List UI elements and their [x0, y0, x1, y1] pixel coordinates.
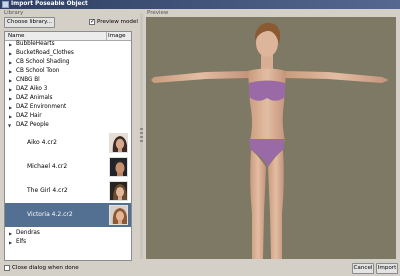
- splitter-grip-icon: [140, 136, 143, 138]
- expand-arrow-icon[interactable]: ▶: [9, 238, 12, 247]
- import-button[interactable]: Import: [376, 263, 398, 274]
- folder-label: DAZ Environment: [16, 104, 67, 110]
- splitter-grip-icon: [140, 140, 143, 142]
- tree-folder-row[interactable]: ▶ DAZ Animals: [5, 94, 131, 103]
- folder-label: DAZ People: [16, 122, 49, 128]
- folder-label: DAZ Animals: [16, 95, 53, 101]
- app-icon: [2, 1, 9, 8]
- tree-folder-row[interactable]: ▶ BubbleHearts: [5, 40, 131, 49]
- tree-folder-row[interactable]: ▶ BucketRoad_Clothes: [5, 49, 131, 58]
- thumbnail-image: [109, 157, 128, 177]
- expand-arrow-icon[interactable]: ▶: [9, 67, 12, 76]
- tree-file-row[interactable]: Michael 4.cr2: [5, 155, 131, 179]
- file-label: Michael 4.cr2: [27, 163, 68, 170]
- tree-folder-row[interactable]: ▶ CB School Toon: [5, 67, 131, 76]
- choose-library-button[interactable]: Choose library...: [4, 17, 55, 28]
- column-header-image[interactable]: Image: [108, 33, 126, 39]
- close-when-done-checkbox[interactable]: [4, 265, 10, 271]
- folder-label: Elfs: [16, 239, 27, 245]
- expand-arrow-icon[interactable]: ▶: [9, 229, 12, 238]
- file-label: The Girl 4.cr2: [27, 187, 68, 194]
- folder-label: Dendras: [16, 230, 40, 236]
- tree-folder-row[interactable]: ▶ DAZ Hair: [5, 112, 131, 121]
- file-label: Aiko 4.cr2: [27, 139, 57, 146]
- tree-file-row[interactable]: The Girl 4.cr2: [5, 179, 131, 203]
- library-label: Library: [4, 10, 24, 16]
- splitter-grip-icon: [140, 128, 143, 130]
- tree-folder-row[interactable]: ▶ Dendras: [5, 229, 131, 238]
- tree-folder-row[interactable]: ▶ DAZ Aiko 3: [5, 85, 131, 94]
- title-bar: Import Poseable Object: [0, 0, 400, 9]
- cancel-button[interactable]: Cancel: [352, 263, 374, 274]
- thumbnail-image: [109, 205, 128, 225]
- expand-arrow-icon[interactable]: ▶: [9, 103, 12, 112]
- folder-label: CB School Toon: [16, 68, 60, 74]
- expand-arrow-icon[interactable]: ▶: [9, 58, 12, 67]
- preview-viewport[interactable]: [146, 17, 396, 259]
- folder-label: CNBG Bl: [16, 77, 40, 83]
- tree-file-row[interactable]: Aiko 4.cr2: [5, 131, 131, 155]
- preview-model-toggle[interactable]: ✓ Preview model: [89, 19, 141, 27]
- tree-folder-row[interactable]: ▶ DAZ Environment: [5, 103, 131, 112]
- folder-label: BubbleHearts: [16, 41, 55, 47]
- folder-label: DAZ Hair: [16, 113, 42, 119]
- expand-arrow-icon[interactable]: ▶: [9, 40, 12, 49]
- tree-folder-row[interactable]: ▶ CNBG Bl: [5, 76, 131, 85]
- thumbnail-image: [109, 133, 128, 153]
- expand-arrow-icon[interactable]: ▶: [9, 49, 12, 58]
- library-tree[interactable]: Name Image ▶ BubbleHearts ▶ BucketRoad_C…: [4, 31, 132, 261]
- preview-model-label: Preview model: [97, 19, 138, 25]
- preview-model-checkbox[interactable]: ✓: [89, 19, 95, 25]
- figure-model-image: [151, 22, 389, 259]
- expand-arrow-icon[interactable]: ▶: [9, 76, 12, 85]
- folder-label: CB School Shading: [16, 59, 70, 65]
- expand-arrow-icon[interactable]: ▶: [9, 112, 12, 121]
- folder-label: BucketRoad_Clothes: [16, 50, 74, 56]
- splitter-grip-icon: [140, 132, 143, 134]
- thumbnail-image: [109, 181, 128, 201]
- file-label: Victoria 4.2.cr2: [27, 211, 73, 218]
- window-title: Import Poseable Object: [11, 1, 88, 7]
- expand-arrow-icon[interactable]: ▶: [9, 85, 12, 94]
- expand-arrow-icon[interactable]: ▶: [9, 94, 12, 103]
- column-header-name[interactable]: Name: [8, 33, 25, 39]
- tree-folder-row-expanded[interactable]: ▼ DAZ People: [5, 121, 131, 130]
- folder-label: DAZ Aiko 3: [16, 86, 48, 92]
- close-when-done-label: Close dialog when done: [12, 265, 79, 271]
- preview-label: Preview: [147, 10, 169, 16]
- tree-file-row-selected[interactable]: Victoria 4.2.cr2: [5, 203, 131, 227]
- tree-folder-row[interactable]: ▶ Elfs: [5, 238, 131, 247]
- tree-folder-row[interactable]: ▶ CB School Shading: [5, 58, 131, 67]
- collapse-arrow-icon[interactable]: ▼: [8, 121, 11, 130]
- close-when-done-toggle[interactable]: Close dialog when done: [4, 265, 84, 273]
